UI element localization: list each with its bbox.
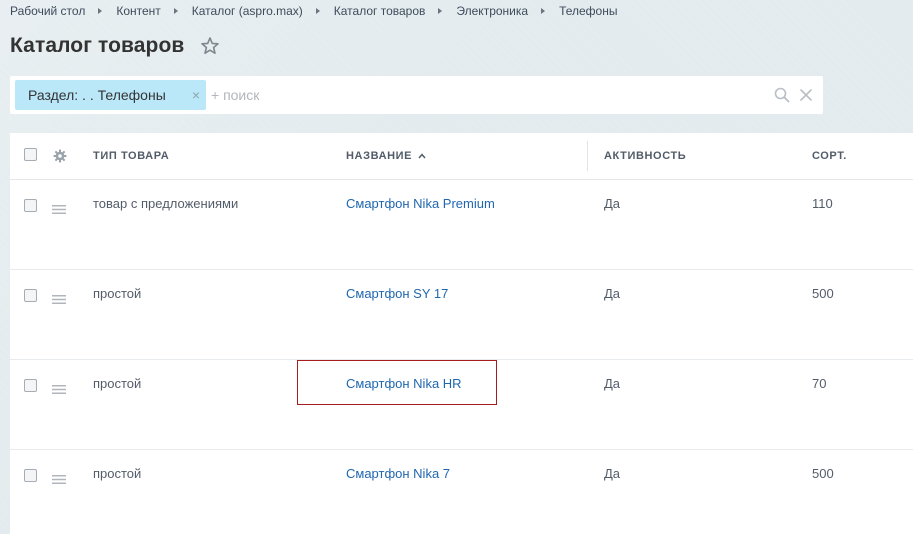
cell-type: простой <box>93 286 142 301</box>
column-header-name[interactable]: Название <box>346 133 426 179</box>
cell-active: Да <box>604 196 621 211</box>
filter-chip-section[interactable]: Раздел: . . Телефоны × <box>15 80 206 110</box>
cell-type: простой <box>93 466 142 481</box>
table-header: Тип товара Название Активность Сорт. <box>10 133 913 180</box>
breadcrumb-item-electronics[interactable]: Электроника <box>456 4 528 18</box>
table-row[interactable]: простой Смартфон SY 17 Да 500 <box>10 270 913 360</box>
cell-active: Да <box>604 376 621 391</box>
table-row[interactable]: товар с предложениями Смартфон Nika Prem… <box>10 180 913 270</box>
cell-name-link[interactable]: Смартфон SY 17 <box>346 286 448 302</box>
cell-name-link[interactable]: Смартфон Nika 7 <box>346 466 450 482</box>
drag-handle-icon[interactable] <box>52 291 66 304</box>
cell-type: простой <box>93 376 142 391</box>
select-all-checkbox[interactable] <box>24 148 37 161</box>
breadcrumb-item-catalog-aspro[interactable]: Каталог (aspro.max) <box>192 4 303 18</box>
column-header-sort[interactable]: Сорт. <box>812 133 847 179</box>
cell-sort: 110 <box>812 196 833 211</box>
breadcrumb-separator-icon <box>173 8 178 14</box>
cell-name-link[interactable]: Смартфон Nika Premium <box>346 196 495 212</box>
cell-sort: 500 <box>812 286 834 301</box>
cell-name-link[interactable]: Смартфон Nika HR <box>346 376 462 392</box>
chip-close-icon[interactable]: × <box>189 87 203 103</box>
drag-handle-icon[interactable] <box>52 381 66 394</box>
search-input[interactable] <box>211 80 761 110</box>
cell-active: Да <box>604 466 621 481</box>
breadcrumb-separator-icon <box>98 8 103 14</box>
column-header-active[interactable]: Активность <box>604 133 686 179</box>
breadcrumb-separator-icon <box>541 8 546 14</box>
column-header-name-label: Название <box>346 150 413 162</box>
title-row: Каталог товаров <box>10 31 220 61</box>
cell-type: товар с предложениями <box>93 196 239 211</box>
close-icon[interactable] <box>799 88 813 102</box>
cell-active: Да <box>604 286 621 301</box>
column-resize-handle[interactable] <box>587 141 588 171</box>
sort-asc-icon <box>418 151 426 159</box>
filter-chip-label: Раздел: . . Телефоны <box>28 87 166 103</box>
breadcrumb-item-content[interactable]: Контент <box>116 4 160 18</box>
drag-handle-icon[interactable] <box>52 471 66 484</box>
page-title: Каталог товаров <box>10 34 185 57</box>
star-icon[interactable] <box>200 36 220 56</box>
breadcrumb-item-desktop[interactable]: Рабочий стол <box>10 4 85 18</box>
breadcrumb: Рабочий стол Контент Каталог (aspro.max)… <box>10 3 617 19</box>
cell-sort: 500 <box>812 466 834 481</box>
breadcrumb-separator-icon <box>438 8 443 14</box>
row-checkbox[interactable] <box>24 199 37 212</box>
gear-icon[interactable] <box>53 149 67 163</box>
table-row[interactable]: простой Смартфон Nika 7 Да 500 <box>10 450 913 534</box>
search-icon[interactable] <box>774 87 790 103</box>
column-header-type[interactable]: Тип товара <box>93 133 169 179</box>
filter-bar: Раздел: . . Телефоны × <box>10 76 823 114</box>
product-table: Тип товара Название Активность Сорт. тов… <box>10 133 913 534</box>
drag-handle-icon[interactable] <box>52 201 66 214</box>
cell-sort: 70 <box>812 376 827 391</box>
breadcrumb-item-product-catalog[interactable]: Каталог товаров <box>334 4 426 18</box>
breadcrumb-item-phones[interactable]: Телефоны <box>559 4 617 18</box>
table-row[interactable]: простой Смартфон Nika HR Да 70 <box>10 360 913 450</box>
row-checkbox[interactable] <box>24 379 37 392</box>
row-checkbox[interactable] <box>24 289 37 302</box>
breadcrumb-separator-icon <box>315 8 320 14</box>
row-checkbox[interactable] <box>24 469 37 482</box>
